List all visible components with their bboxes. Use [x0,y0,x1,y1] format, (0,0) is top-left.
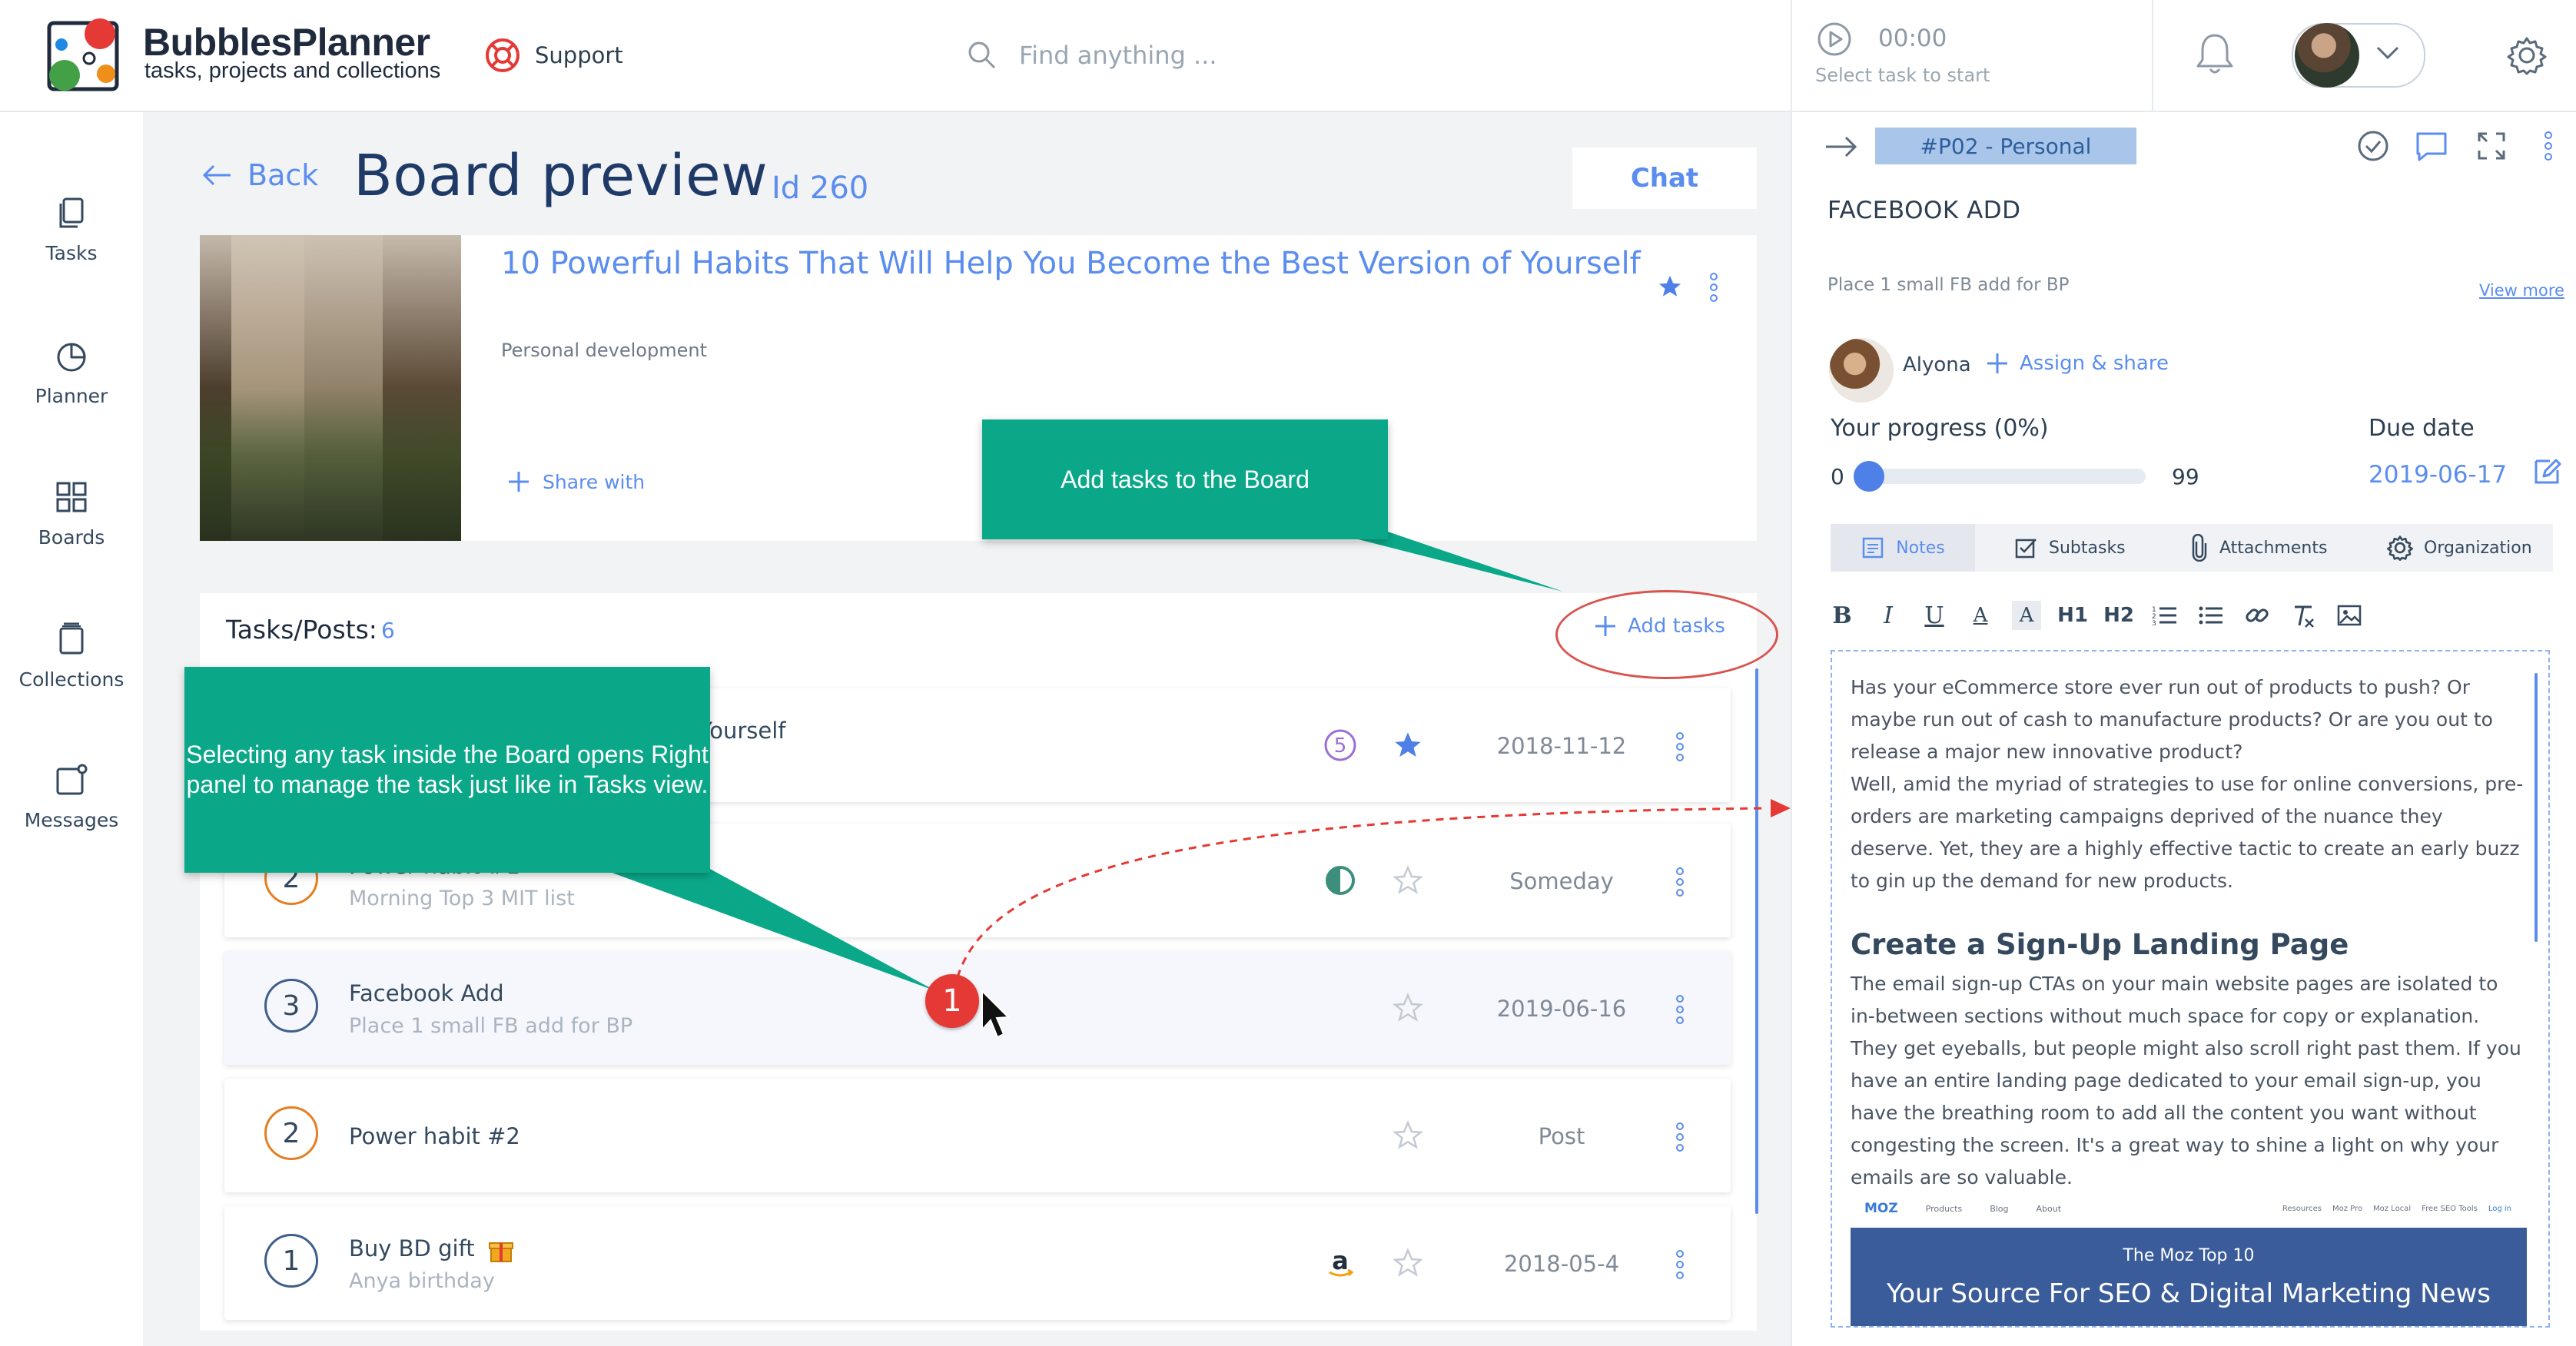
progress-slider-handle[interactable] [1854,461,1884,492]
callout-pointer [1322,530,1563,592]
heading1-button[interactable]: H1 [2057,601,2088,630]
progress-min: 0 [1831,464,1844,489]
notes-icon [1861,535,1885,560]
due-date-value[interactable]: 2019-06-17 [2369,461,2507,489]
tab-label: Organization [2424,538,2532,558]
bullet-list-icon[interactable] [2196,601,2226,630]
moz-nav-item: About [2036,1203,2062,1214]
moz-nav-item: Products [1925,1203,1963,1214]
progress-slider-track[interactable] [1866,469,2146,484]
moz-nav: MOZ Products Blog About Resources Moz Pr… [1851,1197,2527,1220]
moz-nav-item: Blog [1990,1203,2009,1214]
callout-pointer [599,868,936,991]
check-circle-icon[interactable] [2356,129,2390,163]
arrow-head-icon [1771,799,1791,817]
editor-toolbar: B I U A A H1 H2 1 2 3 [1827,601,2364,630]
embedded-screenshot: MOZ Products Blog About Resources Moz Pr… [1851,1197,2527,1326]
project-chip[interactable]: #P02 - Personal [1875,128,2136,164]
svg-text:3: 3 [2152,620,2156,627]
moz-hero: The Moz Top 10 Your Source For SEO & Dig… [1851,1228,2527,1326]
assign-share-button[interactable]: Assign & share [1986,352,2169,375]
link-icon[interactable] [2242,601,2272,630]
callout-select-task: Selecting any task inside the Board open… [184,667,710,873]
view-more-link[interactable]: View more [2479,281,2564,300]
moz-nav-right: Resources Moz Pro Moz Local Free SEO Too… [2282,1205,2511,1213]
moz-nav-item: Moz Pro [2332,1204,2362,1213]
due-date-label: Due date [2369,415,2475,442]
tab-attachments[interactable]: Attachments [2190,524,2327,572]
mouse-cursor-icon [981,989,1011,1039]
progress-max: 99 [2172,464,2199,489]
editor-heading: Create a Sign-Up Landing Page [1851,928,2349,961]
moz-nav-item: Resources [2282,1204,2322,1213]
edit-icon[interactable] [2531,456,2562,487]
editor-paragraph: Has your eCommerce store ever run out of… [1851,676,2493,763]
notes-editor[interactable]: Has your eCommerce store ever run out of… [1831,650,2550,1328]
progress-label: Your progress (0%) [1831,415,2049,442]
task-name[interactable]: FACEBOOK ADD [1827,197,2021,224]
assign-share-label: Assign & share [2020,352,2169,375]
highlight-button[interactable]: A [2012,601,2041,630]
gear-icon [2387,535,2413,561]
underline-button[interactable]: U [1920,601,1949,630]
more-vertical-icon[interactable] [2544,131,2553,161]
heading2-button[interactable]: H2 [2103,601,2134,630]
moz-hero-small: The Moz Top 10 [2123,1246,2255,1265]
moz-hero-big: Your Source For SEO & Digital Marketing … [1886,1278,2491,1309]
task-description: Place 1 small FB add for BP [1827,275,2070,295]
clear-format-icon[interactable] [2289,601,2318,630]
paperclip-icon [2190,534,2209,562]
callout-add-tasks: Add tasks to the Board [982,419,1388,539]
editor-scrollbar[interactable] [2535,673,2538,942]
expand-icon[interactable] [2476,131,2507,161]
step-badge: 1 [925,974,979,1028]
moz-nav-item: Moz Local [2373,1204,2412,1213]
moz-nav-item: Free SEO Tools [2422,1204,2478,1213]
image-icon[interactable] [2335,601,2364,630]
assignee-avatar[interactable] [1829,338,1894,403]
text-color-button[interactable]: A [1966,601,1995,630]
plus-icon [1986,352,2009,375]
moz-nav-item: Log in [2488,1204,2511,1213]
ordered-list-icon[interactable]: 1 2 3 [2150,601,2179,630]
tab-label: Attachments [2219,538,2328,558]
checkbox-icon [2013,535,2038,560]
editor-paragraph: The email sign-up CTAs on your main webs… [1851,973,2521,1189]
tab-organization[interactable]: Organization [2387,524,2532,572]
tab-notes[interactable]: Notes [1831,524,1975,572]
bold-button[interactable]: B [1827,601,1857,630]
moz-logo: MOZ [1864,1201,1898,1216]
arrow-right-icon[interactable] [1824,134,1858,160]
editor-paragraph: Well, amid the myriad of strategies to u… [1851,773,2524,892]
dashed-arrow [956,807,1768,978]
italic-button[interactable]: I [1874,601,1903,630]
tab-label: Subtasks [2049,538,2126,558]
comment-icon[interactable] [2415,131,2448,163]
assignee-name: Alyona [1903,353,1971,376]
tab-label: Notes [1896,538,1945,558]
tab-subtasks[interactable]: Subtasks [2013,524,2126,572]
